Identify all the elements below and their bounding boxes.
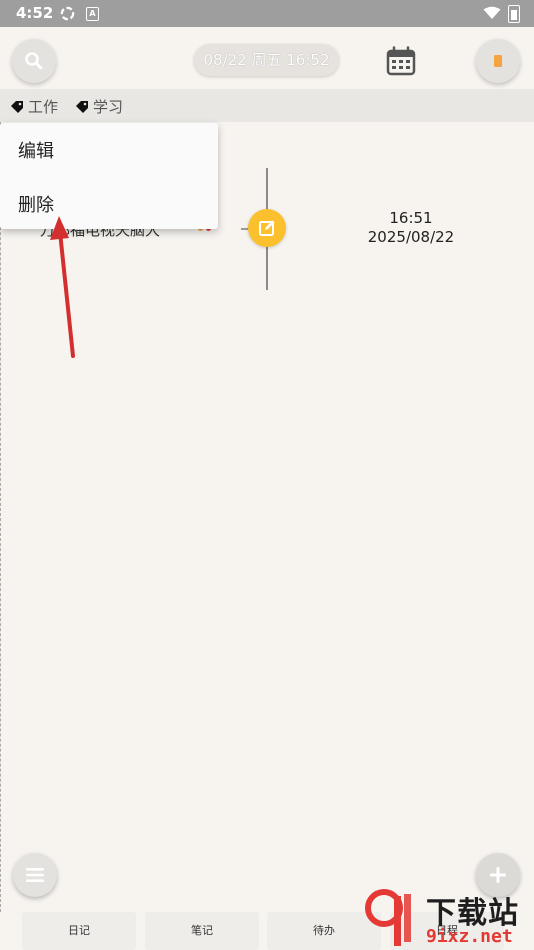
tag-work[interactable]: 工作 [10, 96, 58, 117]
left-divider [0, 122, 1, 912]
entry-type-button[interactable] [248, 209, 286, 247]
tag-label: 学习 [93, 98, 124, 116]
watermark-url: 9ixz.net [426, 926, 513, 947]
tag-icon [76, 100, 88, 113]
entry-date: 2025/08/22 [367, 228, 455, 246]
app-notification-icon: A [86, 7, 99, 21]
watermark-logo-icon [365, 889, 411, 946]
header: 08/22 周五 16:52 [0, 27, 534, 89]
current-date-time[interactable]: 08/22 周五 16:52 [194, 44, 339, 76]
orange-badge-icon [494, 55, 502, 67]
sync-icon [60, 6, 75, 21]
tab-notes[interactable]: 笔记 [145, 912, 259, 950]
hamburger-menu-icon [26, 868, 44, 882]
tag-study[interactable]: 学习 [75, 96, 123, 117]
search-icon [25, 52, 43, 70]
status-time: 4:52 [16, 4, 54, 22]
entry-time: 16:51 [389, 209, 433, 227]
calendar-icon[interactable] [386, 46, 416, 76]
tab-diary[interactable]: 日记 [22, 912, 136, 950]
battery-icon [508, 5, 520, 23]
wifi-icon [483, 6, 501, 19]
context-menu: 编辑 删除 [0, 123, 218, 229]
status-bar: 4:52 A [0, 0, 534, 27]
entry-timestamp: 16:51 2025/08/22 [340, 209, 482, 247]
annotation-arrow [50, 216, 75, 358]
search-button[interactable] [12, 39, 56, 83]
tag-label: 工作 [28, 98, 59, 116]
plus-icon [490, 867, 506, 883]
tag-bar: 工作 学习 [0, 89, 534, 122]
profile-button[interactable] [476, 39, 520, 83]
site-watermark: 下载站 9ixz.net [362, 886, 534, 950]
menu-item-edit[interactable]: 编辑 [18, 137, 54, 163]
tag-icon [11, 100, 23, 113]
menu-fab[interactable] [13, 853, 57, 897]
edit-note-icon [259, 220, 275, 236]
